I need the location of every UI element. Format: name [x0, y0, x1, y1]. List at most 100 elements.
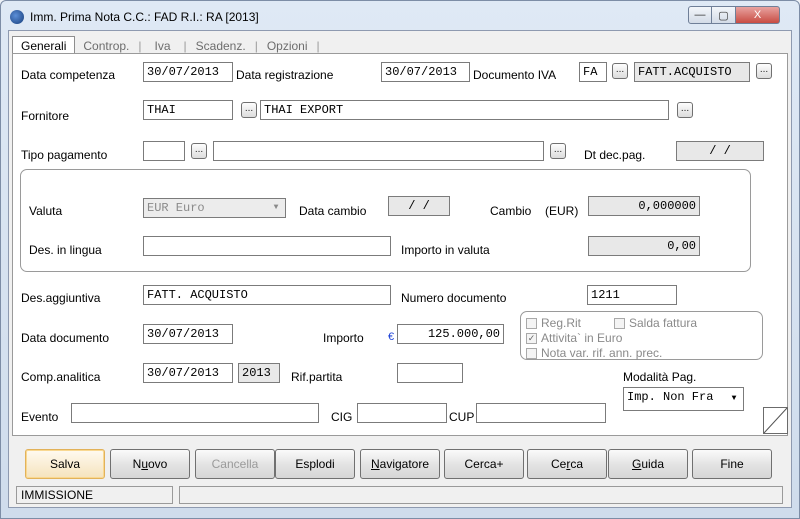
- data-documento-field[interactable]: 30/07/2013: [143, 324, 233, 344]
- tipo-pagamento-lookup-button[interactable]: ...: [191, 143, 207, 159]
- cerca-label-start: Ce: [550, 457, 567, 471]
- close-icon: X: [753, 9, 762, 21]
- tipo-pagamento-desc-lookup-button[interactable]: ...: [550, 143, 566, 159]
- status-message: [179, 486, 783, 504]
- importo-in-valuta-field: 0,00: [588, 236, 700, 256]
- valuta-combo: EUR Euro ▼: [143, 198, 286, 218]
- minimize-icon: —: [694, 9, 706, 21]
- tab-opzioni[interactable]: Opzioni: [259, 38, 316, 54]
- salda-fattura-checkbox[interactable]: Salda fattura: [614, 316, 697, 330]
- tab-scadenz[interactable]: Scadenz.: [188, 38, 254, 54]
- cambio-field: 0,000000: [588, 196, 700, 216]
- app-icon: [10, 10, 24, 24]
- valuta-groupbox: [20, 169, 751, 272]
- data-registrazione-field[interactable]: 30/07/2013: [381, 62, 470, 82]
- esplodi-button[interactable]: Esplodi: [275, 449, 355, 479]
- cerca-plus-button[interactable]: Cerca+: [444, 449, 524, 479]
- dt-dec-pag-label: Dt dec.pag.: [584, 148, 646, 162]
- chevron-down-icon: ▼: [731, 394, 737, 403]
- tipo-pagamento-desc-field[interactable]: [213, 141, 544, 161]
- valuta-label: Valuta: [29, 204, 63, 218]
- attivita-euro-checkbox[interactable]: ✓ Attivita` in Euro: [526, 331, 622, 345]
- cerca-button[interactable]: Ce r ca: [527, 449, 607, 479]
- valuta-combo-value: EUR Euro: [147, 201, 205, 215]
- documento-iva-desc-lookup-button[interactable]: ...: [756, 63, 772, 79]
- close-button[interactable]: X: [736, 6, 780, 24]
- salva-button[interactable]: Salva: [25, 449, 105, 479]
- tipo-pagamento-label: Tipo pagamento: [21, 148, 108, 162]
- evento-field[interactable]: [71, 403, 319, 423]
- checkbox-icon: [526, 317, 537, 329]
- data-registrazione-label: Data registrazione: [236, 68, 334, 82]
- minimize-button[interactable]: —: [688, 6, 712, 24]
- modalita-pag-label: Modalità Pag.: [623, 370, 697, 384]
- tab-controp[interactable]: Controp.: [75, 38, 137, 54]
- checkbox-icon: [526, 347, 537, 359]
- navigatore-accel: N: [370, 457, 380, 471]
- dt-dec-pag-field: / /: [676, 141, 764, 161]
- cig-label: CIG: [331, 410, 353, 424]
- fornitore-lookup-button[interactable]: ...: [241, 102, 257, 118]
- tab-separator: |: [316, 39, 320, 53]
- importo-in-valuta-label: Importo in valuta: [401, 243, 490, 257]
- fornitore-desc-field[interactable]: THAI EXPORT: [260, 100, 669, 120]
- rif-partita-field[interactable]: [397, 363, 463, 383]
- tipo-pagamento-code-field[interactable]: [143, 141, 185, 161]
- checkbox-icon: [614, 317, 625, 329]
- navigatore-button[interactable]: Navigatore: [360, 449, 440, 479]
- nuovo-label-start: N: [132, 457, 142, 471]
- maximize-icon: ▢: [718, 9, 729, 22]
- comp-analitica-label: Comp.analitica: [21, 370, 101, 384]
- fine-button[interactable]: Fine: [692, 449, 772, 479]
- fornitore-desc-lookup-button[interactable]: ...: [677, 102, 693, 118]
- cerca-label-end: ca: [570, 457, 584, 471]
- nota-var-checkbox[interactable]: Nota var. rif. ann. prec.: [526, 346, 662, 360]
- comp-analitica-field[interactable]: 30/07/2013: [143, 363, 233, 383]
- numero-documento-field[interactable]: 1211: [587, 285, 677, 305]
- des-in-lingua-label: Des. in lingua: [29, 243, 102, 257]
- importo-field[interactable]: 125.000,00: [397, 324, 504, 344]
- cancella-button[interactable]: Cancella: [195, 449, 275, 479]
- tab-iva[interactable]: Iva: [143, 38, 183, 54]
- nuovo-accel: u: [141, 457, 148, 471]
- tab-generali[interactable]: Generali: [12, 36, 76, 54]
- fornitore-code-field[interactable]: THAI: [143, 100, 233, 120]
- data-cambio-label: Data cambio: [299, 204, 367, 218]
- resize-grip-icon[interactable]: [763, 407, 788, 434]
- des-aggiuntiva-label: Des.aggiuntiva: [21, 291, 101, 305]
- tab-strip: Generali Controp. | Iva | Scadenz. | Opz…: [12, 36, 321, 54]
- rif-partita-label: Rif.partita: [291, 370, 343, 384]
- navigatore-label-end: avigatore: [379, 457, 430, 471]
- window-title: Imm. Prima Nota C.C.: FAD R.I.: RA [2013…: [30, 10, 259, 24]
- checkmark-icon: ✓: [526, 332, 537, 344]
- maximize-button[interactable]: ▢: [712, 6, 736, 24]
- evento-label: Evento: [21, 410, 59, 424]
- status-mode: IMMISSIONE: [16, 486, 173, 504]
- cambio-label: Cambio: [490, 204, 532, 218]
- nuovo-button[interactable]: Nu ovo: [110, 449, 190, 479]
- data-cambio-field: / /: [388, 196, 450, 216]
- attivita-euro-label: Attivita` in Euro: [541, 331, 623, 345]
- cup-field[interactable]: [476, 403, 606, 423]
- des-in-lingua-field[interactable]: [143, 236, 391, 256]
- comp-analitica-year-field: 2013: [238, 363, 280, 383]
- cig-field[interactable]: [357, 403, 447, 423]
- documento-iva-lookup-button[interactable]: ...: [612, 63, 628, 79]
- guida-accel: G: [631, 457, 642, 471]
- nuovo-label-end: ovo: [148, 457, 168, 471]
- documento-iva-code-field[interactable]: FA: [579, 62, 607, 82]
- modalita-pag-value: Imp. Non Fra: [627, 390, 714, 404]
- guida-button[interactable]: Guida: [608, 449, 688, 479]
- data-competenza-field[interactable]: 30/07/2013: [143, 62, 233, 82]
- des-aggiuntiva-field[interactable]: FATT. ACQUISTO: [143, 285, 391, 305]
- title-bar[interactable]: Imm. Prima Nota C.C.: FAD R.I.: RA [2013…: [6, 4, 794, 30]
- data-documento-label: Data documento: [21, 331, 110, 345]
- cambio-unit-label: (EUR): [545, 204, 579, 218]
- salda-fattura-label: Salda fattura: [629, 316, 698, 330]
- modalita-pag-combo[interactable]: Imp. Non Fra ▼: [623, 387, 744, 411]
- chevron-down-icon: ▼: [273, 203, 279, 212]
- importo-label: Importo: [323, 331, 364, 345]
- documento-iva-label: Documento IVA: [473, 68, 557, 82]
- fornitore-label: Fornitore: [21, 109, 70, 123]
- reg-rit-checkbox[interactable]: Reg.Rit: [526, 316, 581, 330]
